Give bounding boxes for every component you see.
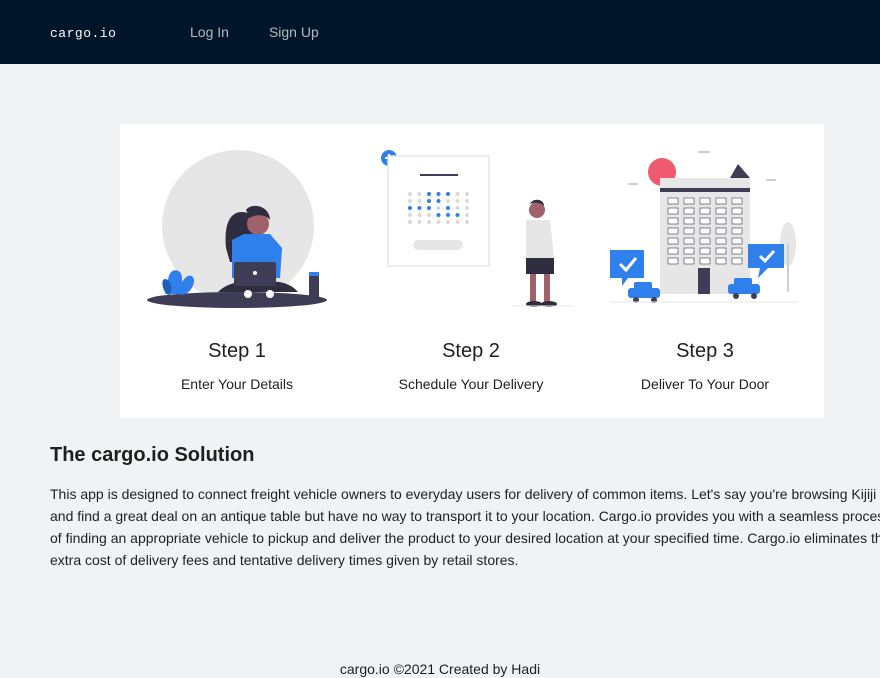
solution-line: and find a great deal on an antique tabl… — [50, 508, 880, 524]
login-link[interactable]: Log In — [190, 0, 229, 64]
step-1: Step 1 Enter Your Details — [120, 124, 354, 418]
step-2-title: Step 2 — [442, 340, 500, 362]
app-logo[interactable]: cargo.io — [50, 26, 116, 41]
top-navigation-bar: cargo.io Log In Sign Up — [0, 0, 880, 64]
step-3-subtitle: Deliver To Your Door — [640, 376, 770, 392]
building-and-cars-illustration — [610, 151, 798, 303]
solution-line: This app is designed to connect freight … — [50, 486, 877, 502]
header-nav: Log In Sign Up — [190, 0, 359, 64]
solution-description: This app is designed to connect freight … — [50, 483, 880, 571]
step-2-subtitle: Schedule Your Delivery — [398, 376, 544, 392]
solution-line: extra cost of delivery fees and tentativ… — [50, 552, 519, 568]
footer-text: cargo.io ©2021 Created by Hadi — [339, 661, 541, 677]
signup-link[interactable]: Sign Up — [269, 0, 319, 64]
step-3-title: Step 3 — [676, 340, 734, 362]
solution-title: The cargo.io Solution — [50, 444, 255, 466]
step-1-subtitle: Enter Your Details — [180, 376, 294, 392]
solution-line: of finding an appropriate vehicle to pic… — [50, 530, 880, 546]
step-3: Step 3 Deliver To Your Door — [588, 124, 822, 418]
calendar-and-person-illustration — [381, 150, 572, 307]
step-2: Step 2 Schedule Your Delivery — [354, 124, 588, 418]
steps-card: Step 1 Enter Your Details Step 2 Schedul… — [120, 124, 824, 418]
step-1-title: Step 1 — [208, 340, 266, 362]
person-with-laptop-illustration — [147, 150, 327, 308]
